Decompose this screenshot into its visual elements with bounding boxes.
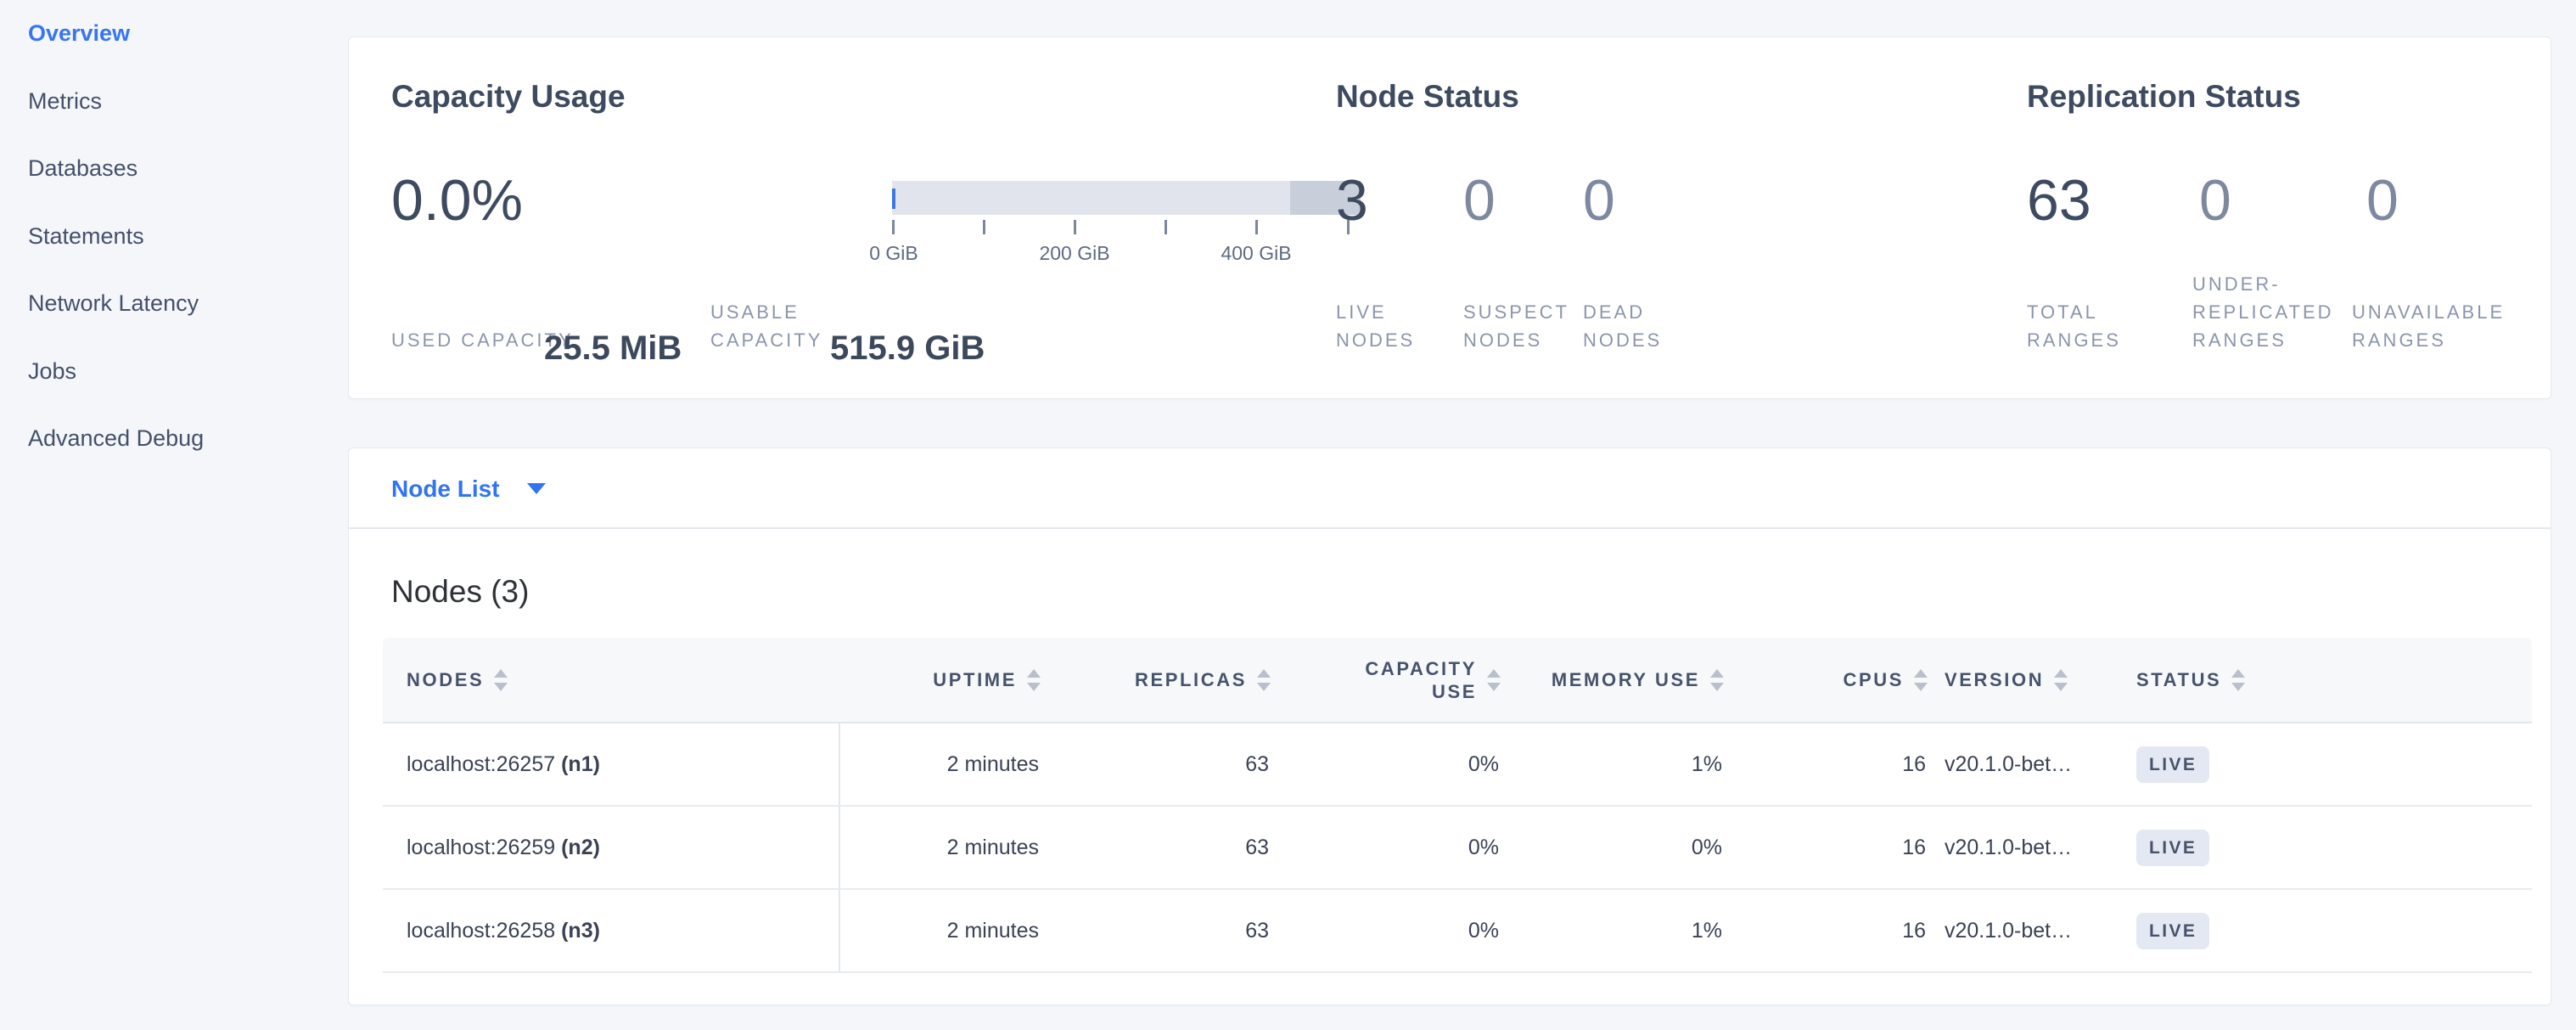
nodes-section-title: Nodes (3) (391, 574, 529, 610)
used-capacity-value: 25.5 MiB (544, 329, 682, 368)
cpus-cell: 16 (1724, 723, 1928, 806)
node-id: (n2) (561, 836, 600, 859)
version-cell: v20.1.0-bet… (1928, 889, 2136, 972)
sidebar-item[interactable]: Statements (28, 203, 204, 271)
capacity-use-cell: 0% (1271, 723, 1501, 806)
status-cell: LIVE (2136, 889, 2532, 972)
axis-label-200: 200 GiB (1039, 242, 1109, 265)
column-header-uptime[interactable]: UPTIME (839, 638, 1041, 723)
axis-tick (892, 220, 895, 234)
axis-tick (1165, 220, 1167, 234)
column-header-capacity-use[interactable]: CAPACITY USE (1271, 638, 1501, 723)
column-header-nodes[interactable]: NODES (383, 638, 839, 723)
status-badge: LIVE (2136, 746, 2209, 783)
sort-icon[interactable] (2054, 669, 2068, 691)
capacity-bar (892, 181, 1361, 215)
live-nodes-count: 3 (1336, 170, 1368, 231)
node-address-cell[interactable]: localhost:26259 (n2) (383, 806, 839, 889)
dead-nodes-count: 0 (1583, 170, 1615, 231)
version-cell: v20.1.0-bet… (1928, 723, 2136, 806)
node-list-dropdown[interactable]: Node List (391, 448, 546, 529)
sidebar-item[interactable]: Overview (28, 0, 204, 68)
unavailable-ranges-count: 0 (2366, 170, 2399, 231)
axis-label-0: 0 GiB (869, 242, 918, 265)
uptime-cell: 2 minutes (839, 723, 1041, 806)
node-list-dropdown-label: Node List (391, 476, 500, 503)
suspect-nodes-label: SUSPECT NODES (1463, 298, 1574, 354)
node-id: (n1) (561, 752, 600, 776)
axis-tick (1255, 220, 1258, 234)
capacity-use-cell: 0% (1271, 806, 1501, 889)
suspect-nodes-count: 0 (1463, 170, 1496, 231)
replicas-cell: 63 (1041, 806, 1271, 889)
sidebar-nav: Overview Metrics Databases Statements Ne… (28, 0, 204, 473)
column-header-memory-use[interactable]: MEMORY USE (1501, 638, 1724, 723)
cluster-overview-page: { "colors": { "accent_blue": "#3174f1", … (0, 0, 2576, 1030)
sidebar-item[interactable]: Advanced Debug (28, 405, 204, 473)
sort-icon[interactable] (1914, 669, 1928, 691)
sidebar: Overview Metrics Databases Statements Ne… (0, 0, 348, 1030)
sidebar-item[interactable]: Databases (28, 135, 204, 203)
status-cell: LIVE (2136, 723, 2532, 806)
status-badge: LIVE (2136, 830, 2209, 866)
replication-status-title: Replication Status (2027, 80, 2301, 114)
sort-icon[interactable] (1257, 669, 1271, 691)
dead-nodes-label: DEAD NODES (1583, 298, 1693, 354)
column-header-replicas[interactable]: REPLICAS (1041, 638, 1271, 723)
memory-use-cell: 1% (1501, 889, 1724, 972)
capacity-use-cell: 0% (1271, 889, 1501, 972)
node-status-title: Node Status (1336, 80, 1519, 114)
usable-capacity-value: 515.9 GiB (830, 329, 985, 368)
live-nodes-label: LIVE NODES (1336, 298, 1446, 354)
memory-use-cell: 1% (1501, 723, 1724, 806)
uptime-cell: 2 minutes (839, 889, 1041, 972)
node-id: (n3) (561, 919, 600, 943)
nodes-table: NODES UPTIME REPLICAS CAPACITY USE MEMOR… (383, 638, 2532, 973)
column-header-status[interactable]: STATUS (2136, 638, 2532, 723)
capacity-axis: 0 GiB 200 GiB 400 GiB (892, 220, 1361, 279)
memory-use-cell: 0% (1501, 806, 1724, 889)
capacity-used-percent: 0.0% (391, 170, 523, 231)
axis-label-400: 400 GiB (1221, 242, 1291, 265)
total-ranges-label: TOTAL RANGES (2027, 298, 2146, 354)
axis-tick (983, 220, 985, 234)
node-table-row[interactable]: localhost:26259 (n2) 2 minutes 63 0% 0% … (383, 806, 2532, 889)
total-ranges-count: 63 (2027, 170, 2091, 231)
sort-icon[interactable] (2231, 669, 2245, 691)
sidebar-item[interactable]: Metrics (28, 68, 204, 136)
sort-icon[interactable] (1487, 669, 1501, 691)
sidebar-item[interactable]: Network Latency (28, 270, 204, 338)
replication-status-section: Replication Status 63 0 0 TOTAL RANGES U… (2027, 37, 2545, 398)
unavailable-ranges-label: UNAVAILABLE RANGES (2352, 298, 2496, 354)
chevron-down-icon (527, 483, 546, 494)
status-cell: LIVE (2136, 806, 2532, 889)
replicas-cell: 63 (1041, 889, 1271, 972)
sort-icon[interactable] (1027, 669, 1041, 691)
status-badge: LIVE (2136, 913, 2209, 949)
node-address-cell[interactable]: localhost:26257 (n1) (383, 723, 839, 806)
under-replicated-ranges-count: 0 (2199, 170, 2231, 231)
cluster-summary-card: Capacity Usage 0.0% 0 GiB 200 GiB 400 Gi… (348, 37, 2551, 399)
sidebar-item[interactable]: Jobs (28, 338, 204, 406)
node-list-card: Node List Nodes (3) NODES UPTIME REPLICA… (348, 447, 2551, 1005)
column-header-version[interactable]: VERSION (1928, 638, 2136, 723)
capacity-usage-title: Capacity Usage (391, 80, 626, 114)
uptime-cell: 2 minutes (839, 806, 1041, 889)
axis-tick (1074, 220, 1076, 234)
version-cell: v20.1.0-bet… (1928, 806, 2136, 889)
sort-icon[interactable] (1710, 669, 1724, 691)
replicas-cell: 63 (1041, 723, 1271, 806)
capacity-bar-used-marker (892, 189, 895, 209)
node-table-row[interactable]: localhost:26258 (n3) 2 minutes 63 0% 1% … (383, 889, 2532, 972)
view-dropdown-bar: Node List (349, 448, 2551, 529)
cpus-cell: 16 (1724, 889, 1928, 972)
node-table-row[interactable]: localhost:26257 (n1) 2 minutes 63 0% 1% … (383, 723, 2532, 806)
node-status-section: Node Status 3 0 0 LIVE NODES SUSPECT NOD… (1336, 37, 1998, 398)
cpus-cell: 16 (1724, 806, 1928, 889)
node-address-cell[interactable]: localhost:26258 (n3) (383, 889, 839, 972)
nodes-table-header-row: NODES UPTIME REPLICAS CAPACITY USE MEMOR… (383, 638, 2532, 723)
column-header-cpus[interactable]: CPUS (1724, 638, 1928, 723)
under-replicated-ranges-label: UNDER-REPLICATED RANGES (2192, 270, 2337, 354)
sort-icon[interactable] (494, 669, 508, 691)
